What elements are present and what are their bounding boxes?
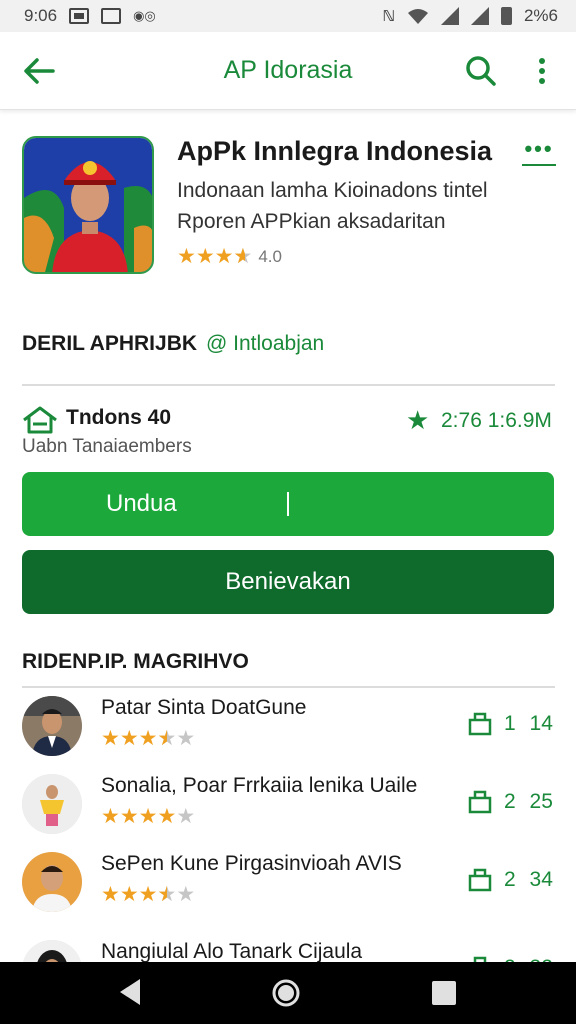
more-horizontal-icon: ••• <box>524 136 554 161</box>
review-author: Sonalia, Poar Frrkaiia lenika Uaile <box>101 774 418 797</box>
info-subtitle: Uabn Tanaiaembers <box>22 436 192 457</box>
review-item[interactable]: SePen Kune Pirgasinvioah AVIS ★★★★★★ 2 3… <box>22 852 556 920</box>
info-title: Tndons 40 <box>66 406 172 429</box>
app-bar: AP Idorasia <box>0 32 576 110</box>
nav-home-button[interactable] <box>271 978 301 1008</box>
divider <box>22 384 555 386</box>
more-vertical-icon <box>539 58 545 84</box>
status-left: 9:06 ◉◎ <box>24 6 156 26</box>
thumbs-up-icon[interactable] <box>468 866 492 892</box>
review-stars: ★★★★★★ <box>101 727 196 750</box>
avatar <box>22 852 82 912</box>
app-description-line: Indonaan lamha Kioinadons tintel <box>177 179 488 202</box>
wifi-icon <box>407 9 428 24</box>
signal-icon <box>440 7 459 25</box>
underline-divider <box>522 164 556 166</box>
app-icon-image <box>24 138 152 272</box>
review-item[interactable]: Sonalia, Poar Frrkaiia lenika Uaile ★★★★… <box>22 774 556 842</box>
avatar <box>22 696 82 756</box>
text-cursor <box>287 492 289 516</box>
rating-stars: ★★★★ ★ <box>177 245 253 268</box>
overflow-menu-button[interactable] <box>524 52 560 90</box>
signal-icon <box>470 7 489 25</box>
nav-back-button[interactable] <box>116 976 144 1008</box>
install-button[interactable]: Benievakan <box>22 550 554 614</box>
thumbs-up-icon[interactable] <box>468 710 492 736</box>
avatar-image <box>22 852 82 912</box>
review-like-count: 1 14 <box>504 712 553 735</box>
reviews-title: RIDENP.IP. MAGRIHVO <box>22 650 249 673</box>
star-icon: ★ <box>406 405 430 435</box>
home-icon <box>23 406 57 434</box>
status-bar: 9:06 ◉◎ ℕ 2%6 <box>0 0 576 32</box>
review-author: Patar Sinta DoatGune <box>101 696 307 719</box>
status-right: ℕ 2%6 <box>382 6 558 26</box>
avatar-image <box>22 774 82 834</box>
app-description-line: Rporen APPkian aksadaritan <box>177 210 446 233</box>
review-author: Nangiulal Alo Tanark Cijaula <box>101 940 363 963</box>
review-item[interactable]: Patar Sinta DoatGune ★★★★★★ 1 14 <box>22 696 556 764</box>
avatar <box>22 774 82 834</box>
battery-icon <box>500 7 512 25</box>
review-stars: ★★★★★ <box>101 805 196 828</box>
app-description: Indonaan lamha Kioinadons tintel Rporen … <box>177 175 517 237</box>
app-icon[interactable] <box>22 136 154 274</box>
app-name: ApPk Innlegra Indonesia <box>177 136 493 166</box>
search-icon <box>466 56 496 86</box>
notification-icon <box>69 8 90 24</box>
thumbs-up-icon[interactable] <box>468 788 492 814</box>
review-like-count: 2 25 <box>504 790 553 813</box>
divider <box>22 686 555 688</box>
nfc-icon: ℕ <box>382 8 395 25</box>
review-stars: ★★★★★★ <box>101 883 196 906</box>
download-button[interactable]: Undua <box>22 472 554 536</box>
app-rating: ★★★★ ★ 4.0 <box>177 244 282 269</box>
notification-icon: ◉◎ <box>133 8 156 23</box>
install-button-label: Benievakan <box>225 568 351 595</box>
developer-link[interactable]: @ Intloabjan <box>206 332 324 356</box>
download-button-label: Undua <box>106 490 177 517</box>
status-time: 9:06 <box>24 6 58 25</box>
battery-level: 2%6 <box>523 6 558 25</box>
system-nav-bar <box>0 962 576 1024</box>
rating-value: 4.0 <box>258 246 282 266</box>
search-button[interactable] <box>462 52 500 90</box>
info-stat: 2:76 1:6.9M <box>441 409 552 432</box>
review-author: SePen Kune Pirgasinvioah AVIS <box>101 852 402 875</box>
avatar-image <box>22 696 82 756</box>
app-options-button[interactable]: ••• <box>520 136 558 172</box>
nav-recents-button[interactable] <box>432 981 456 1005</box>
developer-label: DERIL APHRIJBK <box>22 332 198 355</box>
notification-icon <box>101 8 122 24</box>
review-like-count: 2 34 <box>504 868 553 891</box>
